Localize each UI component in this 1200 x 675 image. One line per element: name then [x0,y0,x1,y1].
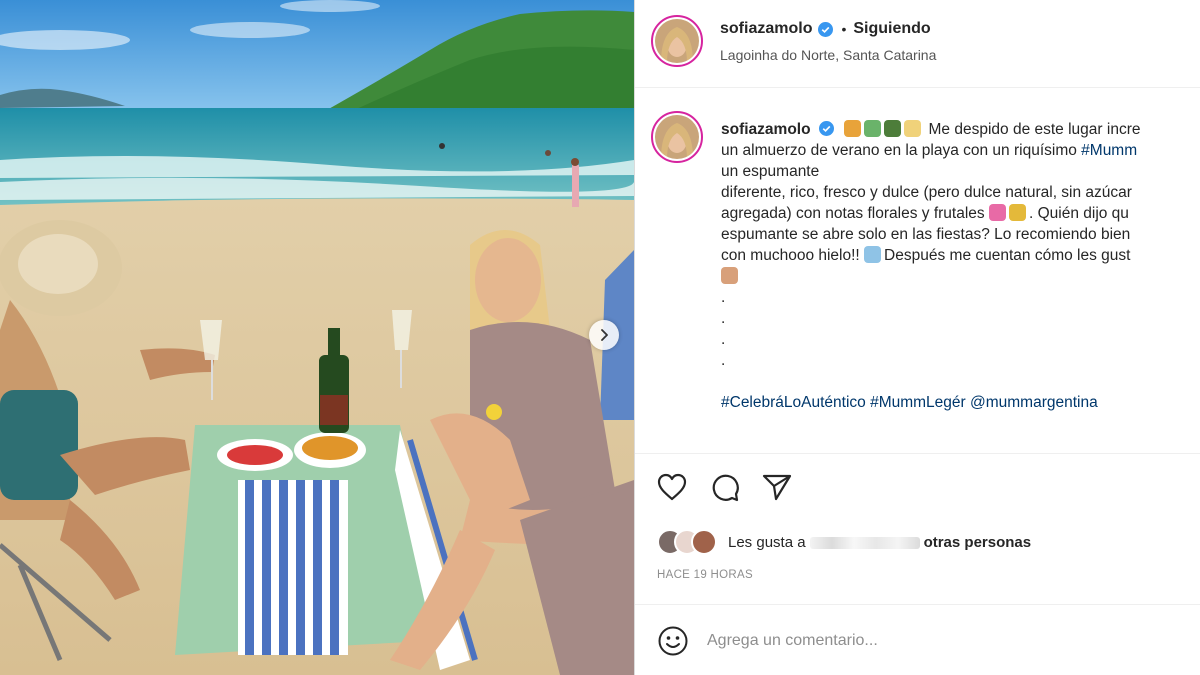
following-button[interactable]: Siguiendo [853,20,930,38]
bottle-emoji-icon [884,120,902,137]
post-side-panel: sofiazamolo • Siguiendo Lagoinha do Nort… [635,0,1200,675]
pineapple-emoji-icon [1008,204,1026,221]
toast-emoji-icon [904,120,922,137]
liker-avatar [691,529,717,555]
post-actions [635,470,1200,510]
comment-bar [635,604,1200,675]
caption-line-7: con muchooo hielo!! [721,247,865,264]
comment-button[interactable] [708,470,742,504]
caption-line-5: agregada) con notas florales y frutales [721,205,989,222]
profile-photo [655,19,699,63]
share-icon [762,474,792,501]
caption-hashtags[interactable]: #CelebráLoAuténtico #MummLegér @mummarge… [721,394,1098,411]
caption-dot: . [721,331,726,348]
post-header: sofiazamolo • Siguiendo Lagoinha do Nort… [635,0,1200,88]
obscured-names [809,536,920,549]
flower-emoji-icon [988,204,1006,221]
caption-dot: . [721,289,726,306]
caption-line-5-end: . Quién dijo qu [1028,205,1129,222]
caption-dot: . [721,310,726,327]
caption-line-6: espumante se abre solo en las fiestas? L… [721,226,1131,243]
avatar[interactable] [651,111,703,163]
caption-username[interactable]: sofiazamolo [721,121,811,138]
separator-dot: • [841,21,847,37]
post-timestamp[interactable]: HACE 19 HORAS [657,569,753,581]
emoji-icon[interactable] [657,625,689,657]
chevron-right-icon [601,329,608,341]
heart-icon [657,473,687,501]
post-caption: sofiazamolo Me despido de este lugar inc… [721,119,1200,413]
next-photo-button[interactable] [589,320,619,350]
caption-line-7-end: Después me cuentan cómo les gust [884,247,1131,264]
comment-input[interactable] [707,627,1177,655]
caption-line-3: un espumante [721,163,820,180]
verified-icon [818,121,834,136]
caption-line-2: un almuerzo de verano en la playa con un… [721,142,1082,159]
share-button[interactable] [760,470,794,504]
avatar[interactable] [651,15,703,67]
caption-line-1: Me despido de este lugar incre [928,121,1141,138]
salad-emoji-icon [864,120,882,137]
beach-photo [0,0,634,675]
likes-suffix[interactable]: otras personas [924,534,1032,551]
comment-icon [712,474,739,502]
ice-emoji-icon [864,246,882,263]
pointing-hand-emoji-icon [721,267,738,284]
likes-prefix: Les gusta a [728,533,806,551]
likes-row[interactable]: Les gusta a otras personas [657,528,1031,556]
caption-line-4: diferente, rico, fresco y dulce (pero du… [721,184,1132,201]
post-author-username[interactable]: sofiazamolo [720,20,812,38]
caption-dot: . [721,352,726,369]
caption-section: sofiazamolo Me despido de este lugar inc… [635,89,1200,454]
shield-emoji-icon [844,120,862,137]
post-location[interactable]: Lagoinha do Norte, Santa Catarina [720,47,936,63]
post-photo[interactable] [0,0,634,675]
hashtag-mumm[interactable]: #Mumm [1081,142,1137,159]
verified-icon [818,21,834,37]
like-button[interactable] [655,470,689,504]
profile-photo [655,115,699,159]
